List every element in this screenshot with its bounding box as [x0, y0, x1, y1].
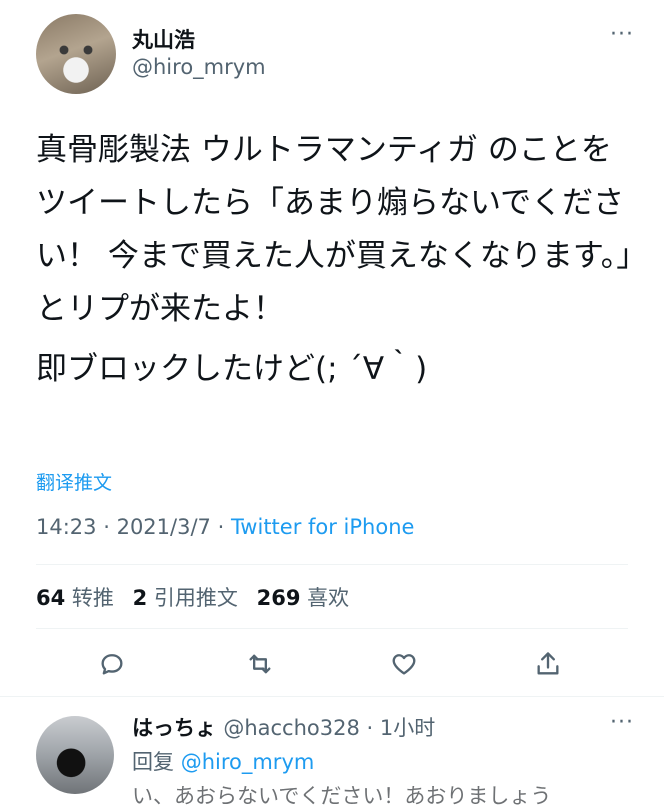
share-icon [537, 652, 559, 675]
tweet-text: 真骨彫製法 ウルトラマンティガ のことをツイートしたら「あまり煽らないでください… [36, 124, 636, 396]
divider [36, 564, 628, 565]
retweet-button[interactable] [240, 644, 280, 684]
divider [36, 628, 628, 629]
meta-separator: · [217, 515, 231, 539]
quotes-label: 引用推文 [153, 586, 238, 610]
likes-stat[interactable]: 269 喜欢 [257, 586, 350, 610]
quotes-stat[interactable]: 2 引用推文 [133, 586, 238, 610]
tweet-meta: 14:23 · 2021/3/7 · Twitter for iPhone [36, 515, 414, 539]
quotes-count: 2 [132, 586, 148, 610]
replying-to: 回复 @hiro_mrym [132, 746, 314, 776]
tweet-text-paragraph-1: 真骨彫製法 ウルトラマンティガ のことをツイートしたら「あまり煽らないでください… [36, 132, 632, 327]
author-name[interactable]: 丸山浩 [132, 24, 195, 54]
meta-separator: · [359, 716, 380, 740]
reply-text-preview: い、あおらないでください！あおりましょう [132, 784, 552, 808]
retweets-count: 64 [36, 586, 66, 610]
retweets-stat[interactable]: 64 转推 [36, 586, 114, 610]
retweets-label: 转推 [71, 586, 114, 610]
reply-author-line: はっちょ @haccho328 · 1小时 [132, 712, 435, 742]
tweet-stats: 64 转推 2 引用推文 269 喜欢 [36, 582, 349, 612]
reply-time-ago[interactable]: 1小时 [380, 716, 435, 740]
meta-separator: · [103, 515, 117, 539]
tweet-date[interactable]: 2021/3/7 [117, 515, 211, 539]
share-button[interactable] [528, 644, 568, 684]
reply-author-name[interactable]: はっちょ [132, 716, 216, 740]
reply-icon [101, 654, 123, 675]
reply-button[interactable] [92, 644, 132, 684]
author-avatar[interactable] [36, 14, 116, 94]
author-handle[interactable]: @hiro_mrym [132, 55, 266, 79]
reply-author-handle[interactable]: @haccho328 [223, 716, 360, 740]
more-options-icon[interactable]: ··· [610, 22, 634, 47]
tweet-header: 丸山浩 @hiro_mrym ··· [36, 14, 634, 94]
reply-to-mention[interactable]: @hiro_mrym [181, 750, 315, 774]
tweet-time[interactable]: 14:23 [36, 515, 97, 539]
likes-label: 喜欢 [307, 586, 350, 610]
like-button[interactable] [384, 644, 424, 684]
tweet-actions [0, 644, 664, 684]
reply-more-options-icon[interactable]: ··· [610, 710, 634, 735]
reply-to-label: 回复 [132, 750, 174, 774]
likes-count: 269 [256, 586, 301, 610]
translate-tweet-link[interactable]: 翻译推文 [36, 468, 112, 495]
retweet-icon [249, 654, 271, 674]
divider [0, 696, 664, 697]
tweet-text-paragraph-2: 即ブロックしたけど(; ´∀｀) [36, 351, 428, 387]
tweet-source[interactable]: Twitter for iPhone [231, 515, 415, 539]
reply-author-avatar[interactable] [36, 716, 114, 794]
heart-icon [392, 654, 416, 675]
reply-tweet[interactable]: はっちょ @haccho328 · 1小时 ··· 回复 @hiro_mrym … [36, 708, 634, 808]
